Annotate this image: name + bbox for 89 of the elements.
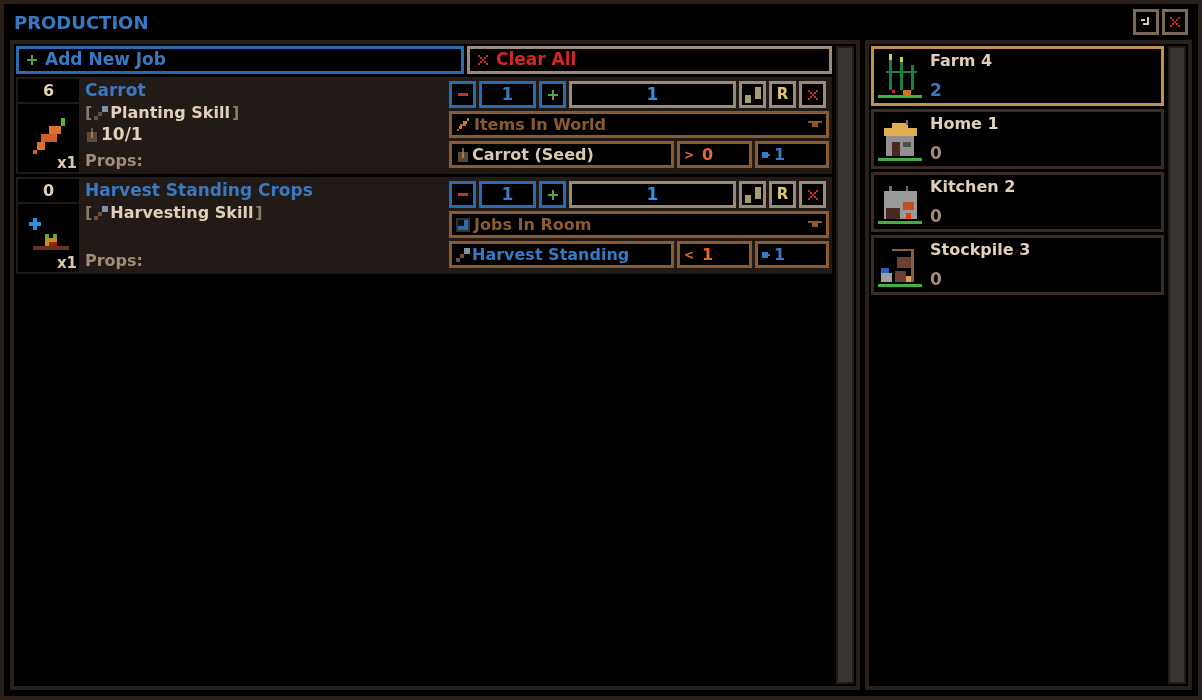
- limit-field[interactable]: 1: [755, 241, 829, 268]
- window-title: PRODUCTION: [14, 10, 149, 35]
- props-label: Props:: [85, 250, 144, 272]
- tool-icon: [94, 206, 109, 220]
- tool-icon: [456, 247, 470, 262]
- room-count: 0: [930, 141, 943, 165]
- decrease-button[interactable]: [449, 81, 476, 108]
- job-count: 0: [18, 179, 79, 202]
- limit-field[interactable]: 1: [755, 141, 829, 168]
- stock-count: 10/1: [101, 123, 143, 147]
- room-name: Stockpile 3: [930, 239, 1031, 261]
- sort-icon: [744, 186, 761, 203]
- room-card[interactable]: Farm 4 2: [871, 46, 1164, 106]
- item-field[interactable]: Carrot (Seed): [449, 141, 674, 168]
- crops-icon: [878, 54, 922, 98]
- hut-icon: [878, 117, 922, 161]
- bracket: [: [85, 102, 93, 124]
- clear-all-button[interactable]: Clear All: [467, 46, 832, 74]
- close-icon: [478, 55, 488, 65]
- room-count: 2: [930, 78, 943, 102]
- room-count: 0: [930, 204, 943, 228]
- target-field[interactable]: 1: [569, 181, 736, 208]
- target-field[interactable]: 1: [569, 81, 736, 108]
- plus-icon: [547, 89, 558, 100]
- add-job-button[interactable]: Add New Job: [16, 46, 464, 74]
- caret-icon: [808, 120, 822, 129]
- flag-icon: [762, 249, 772, 260]
- bracket: [: [85, 202, 93, 224]
- threshold-value: 1: [702, 243, 714, 266]
- room-card[interactable]: Home 1 0: [871, 109, 1164, 169]
- limit-value: 1: [774, 143, 786, 166]
- minus-icon: [457, 193, 468, 196]
- room-name: Home 1: [930, 113, 999, 135]
- quantity-field[interactable]: 1: [479, 81, 536, 108]
- decrease-button[interactable]: [449, 181, 476, 208]
- plus-icon: [547, 189, 558, 200]
- comparator: <: [684, 246, 695, 264]
- increase-button[interactable]: [539, 81, 566, 108]
- sort-button[interactable]: [739, 181, 766, 208]
- close-button[interactable]: [1162, 9, 1188, 35]
- threshold-field[interactable]: > 0: [677, 141, 752, 168]
- room-card[interactable]: Kitchen 2 0: [871, 172, 1164, 232]
- skill-label: Harvesting Skill: [110, 202, 254, 224]
- quantity-field[interactable]: 1: [479, 181, 536, 208]
- minimize-icon: [1141, 17, 1151, 27]
- source-dropdown[interactable]: Jobs In Room: [449, 211, 829, 238]
- room-name: Farm 4: [930, 50, 993, 72]
- carrot-icon: [456, 117, 470, 132]
- comparator: >: [684, 146, 695, 164]
- room-count: 0: [930, 267, 943, 291]
- props-label: Props:: [85, 150, 144, 172]
- minimize-button[interactable]: [1133, 9, 1159, 35]
- sort-button[interactable]: [739, 81, 766, 108]
- seed-bag-icon: [456, 147, 470, 162]
- close-icon: [1170, 17, 1180, 27]
- room-card[interactable]: Stockpile 3 0: [871, 235, 1164, 295]
- increase-button[interactable]: [539, 181, 566, 208]
- item-field[interactable]: Harvest Standing: [449, 241, 674, 268]
- flag-icon: [762, 149, 772, 160]
- seed-bag-icon: [85, 128, 99, 142]
- multiplier: x1: [56, 154, 77, 172]
- delete-button[interactable]: [799, 81, 826, 108]
- job-count: 6: [18, 79, 79, 102]
- reset-button[interactable]: R: [769, 181, 796, 208]
- job-title: Harvest Standing Crops: [85, 179, 314, 202]
- sort-icon: [744, 86, 761, 103]
- close-icon: [807, 189, 818, 200]
- item-label: Harvest Standing: [472, 243, 630, 266]
- skill-label: Planting Skill: [110, 102, 230, 124]
- item-label: Carrot (Seed): [472, 143, 594, 166]
- room-name: Kitchen 2: [930, 176, 1016, 198]
- threshold-value: 0: [702, 143, 714, 166]
- job-title: Carrot: [85, 79, 147, 102]
- delete-button[interactable]: [799, 181, 826, 208]
- close-icon: [807, 89, 818, 100]
- multiplier: x1: [56, 254, 77, 272]
- scrollbar[interactable]: [836, 46, 854, 684]
- threshold-field[interactable]: < 1: [677, 241, 752, 268]
- plus-icon: [27, 55, 37, 65]
- bracket: ]: [231, 102, 240, 124]
- reset-button[interactable]: R: [769, 81, 796, 108]
- bracket: ]: [255, 202, 263, 224]
- source-dropdown[interactable]: Items In World: [449, 111, 829, 138]
- minus-icon: [457, 93, 468, 96]
- limit-value: 1: [774, 243, 786, 266]
- caret-icon: [808, 220, 822, 229]
- scrollbar[interactable]: [1168, 46, 1186, 684]
- room-icon: [456, 217, 470, 232]
- tool-icon: [94, 106, 109, 120]
